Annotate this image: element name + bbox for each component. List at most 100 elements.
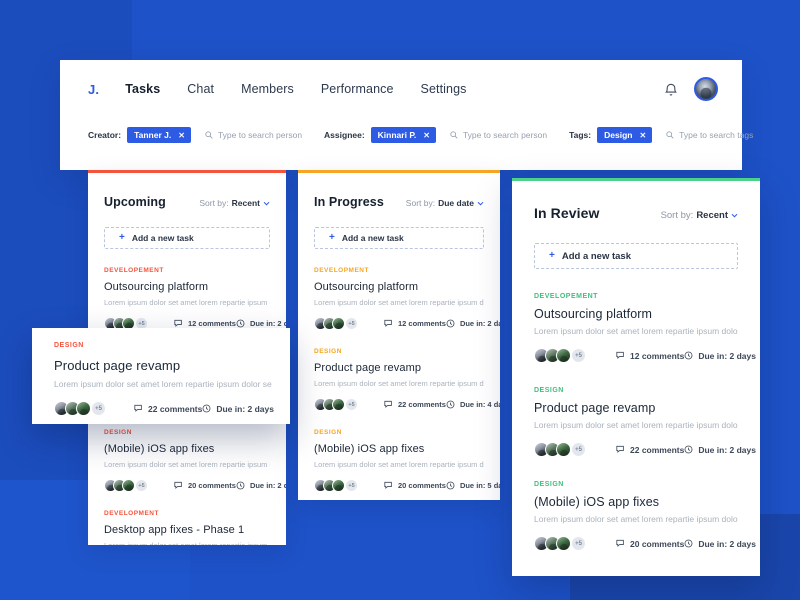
assignee-overflow-count: +5 [571, 348, 586, 363]
task-card[interactable]: DEVELOPEMENT Outsourcing platform Lorem ip… [534, 269, 756, 363]
assignee-avatars[interactable]: +5 [534, 348, 586, 363]
due-date-label: Due in: 2 days [698, 350, 756, 361]
add-task-button[interactable]: + Add a new task [314, 227, 484, 249]
task-card[interactable]: DESIGN Product page revamp Lorem ipsum dol… [534, 363, 756, 457]
sort-dropdown[interactable]: Sort by: Due date [406, 198, 484, 208]
sort-prefix: Sort by: [199, 198, 229, 208]
assignee-avatars[interactable]: +5 [534, 536, 586, 551]
comment-count[interactable]: 22 comments [384, 400, 446, 409]
close-icon[interactable]: ✕ [639, 131, 646, 140]
filter-bar: Creator: Tanner J. ✕ Type to search person A… [60, 118, 753, 152]
avatar[interactable] [694, 77, 718, 101]
task-tag: DESIGN [314, 429, 342, 436]
due-date: Due in: 4 days [446, 400, 500, 409]
task-title: (Mobile) iOS app fixes [104, 443, 215, 455]
comment-count-label: 12 comments [630, 350, 685, 361]
task-description: Lorem ipsum dolor set amet lorem reparti… [314, 298, 484, 307]
sort-value: Due date [438, 198, 474, 208]
add-task-button[interactable]: + Add a new task [104, 227, 270, 249]
task-card[interactable]: DEVELOPEMENT Outsourcing platform Lorem ip… [104, 249, 286, 330]
assignee-avatars[interactable]: +5 [534, 442, 586, 457]
plus-icon: + [119, 232, 125, 243]
filter-search-input[interactable]: Type to search tags [666, 130, 753, 140]
task-card[interactable]: DEVELOPMENT Outsourcing platform Lorem ips… [314, 249, 500, 330]
comment-count-label: 12 comments [188, 319, 236, 328]
filter-chip[interactable]: Design ✕ [597, 127, 653, 143]
comment-count[interactable]: 12 comments [616, 351, 684, 361]
column-body: In Progress Sort by: Due date + Add a new ta… [298, 173, 500, 492]
nav-link-chat[interactable]: Chat [187, 82, 214, 96]
comment-count-label: 20 comments [398, 481, 446, 490]
comment-count[interactable]: 22 comments [134, 404, 202, 414]
task-tag: DESIGN [54, 342, 84, 349]
assignee-avatars[interactable]: +5 [314, 317, 358, 330]
comment-count[interactable]: 20 comments [384, 481, 446, 490]
add-task-label: Add a new task [131, 233, 194, 243]
bell-icon[interactable] [664, 82, 678, 97]
due-date: Due in: 2 days [236, 319, 286, 328]
assignee-overflow-count: +5 [571, 536, 586, 551]
assignee-avatars[interactable]: +5 [314, 398, 358, 411]
sort-prefix: Sort by: [405, 198, 436, 208]
dragged-task-card[interactable]: DESIGN Product page revamp Lorem ipsum d… [32, 328, 290, 424]
due-date-label: Due in: 5 days [459, 481, 500, 490]
due-date-label: Due in: 2 days [249, 481, 286, 490]
filter-search-input[interactable]: Type to search person [450, 130, 547, 140]
plus-icon: + [549, 250, 555, 261]
comment-count[interactable]: 20 comments [174, 481, 236, 490]
due-date-label: Due in: 4 days [459, 400, 500, 409]
filter-chip-label: Tanner J. [134, 130, 172, 140]
filter-search-placeholder: Type to search tags [679, 130, 754, 140]
due-date: Due in: 2 days [202, 404, 274, 414]
close-icon[interactable]: ✕ [423, 131, 430, 140]
task-card[interactable]: DESIGN (Mobile) iOS app fixes Lorem ipsum … [314, 411, 500, 492]
comment-count[interactable]: 22 comments [616, 445, 684, 455]
task-description: Lorem ipsum dolor set amet lorem reparti… [104, 460, 270, 469]
task-card[interactable]: DESIGN (Mobile) iOS app fixes Lorem ipsum … [534, 457, 756, 551]
task-title: Product page revamp [54, 358, 181, 373]
task-title: Outsourcing platform [314, 281, 419, 293]
filter-chip[interactable]: Tanner J. ✕ [127, 127, 191, 143]
add-task-label: Add a new task [341, 233, 404, 243]
task-description: Lorem ipsum dolor set amet lorem reparti… [54, 379, 272, 389]
add-task-button[interactable]: + Add a new task [534, 243, 738, 269]
assignee-avatars[interactable]: +5 [314, 479, 358, 492]
task-tag: DESIGN [104, 429, 132, 436]
task-description: Lorem ipsum dolor set amet lorem reparti… [534, 514, 738, 524]
assignee-overflow-count: +5 [91, 401, 106, 416]
comment-count-label: 22 comments [398, 400, 446, 409]
sort-dropdown[interactable]: Sort by: Recent [199, 198, 270, 208]
column-header: In Review Sort by: Recent [534, 181, 738, 221]
task-tag: DEVELOPMENT [104, 510, 159, 517]
due-date: Due in: 2 days [236, 481, 286, 490]
filter-chip[interactable]: Kinnari P. ✕ [370, 127, 436, 143]
task-meta: +5 20 comments Due in: 2 days [534, 536, 756, 551]
task-meta: +5 22 comments Due in: 4 days [314, 398, 500, 411]
nav-link-performance[interactable]: Performance [321, 82, 394, 96]
task-card[interactable]: DESIGN Product page revamp Lorem ipsum dol… [314, 330, 500, 411]
assignee-avatars[interactable]: +5 [104, 479, 148, 492]
task-tag: DEVELOPEMENT [104, 267, 164, 274]
app-window: J. Tasks Chat Members Performance Settings C… [60, 60, 753, 170]
nav-link-members[interactable]: Members [241, 82, 294, 96]
column-title: Upcoming [104, 195, 166, 209]
column-progress: In Progress Sort by: Due date + Add a new ta… [298, 170, 500, 500]
sort-dropdown[interactable]: Sort by: Recent [661, 210, 738, 221]
assignee-overflow-count: +5 [571, 442, 586, 457]
comment-count[interactable]: 20 comments [616, 539, 684, 549]
comment-count[interactable]: 12 comments [174, 319, 236, 328]
comment-count[interactable]: 12 comments [384, 319, 446, 328]
assignee-avatar [76, 401, 91, 416]
close-icon[interactable]: ✕ [178, 131, 185, 140]
assignee-avatar [332, 398, 345, 411]
filter-search-input[interactable]: Type to search person [205, 130, 302, 140]
nav-link-settings[interactable]: Settings [421, 82, 467, 96]
task-title: (Mobile) iOS app fixes [534, 495, 660, 509]
nav-right [664, 77, 718, 101]
task-card[interactable]: DEVELOPMENT Desktop app fixes - Phase 1 Lo… [104, 492, 270, 545]
filter-search-placeholder: Type to search person [462, 130, 548, 140]
task-description: Lorem ipsum dolor set amet lorem reparti… [104, 298, 270, 307]
assignee-avatars[interactable]: +5 [54, 401, 106, 416]
app-logo[interactable]: J. [88, 82, 99, 97]
nav-link-tasks[interactable]: Tasks [125, 82, 160, 96]
